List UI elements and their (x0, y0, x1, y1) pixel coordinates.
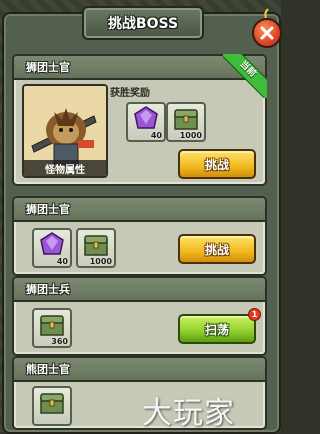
reward-label: 获胜奖励 (110, 88, 150, 99)
challenge-button[interactable]: 挑战 (178, 149, 256, 179)
title-banner: 挑战BOSS (82, 6, 204, 40)
boss-name: 狮团士官 (26, 203, 70, 216)
reward-slot[interactable]: 1000 (76, 228, 116, 268)
panel-header: 狮团士官 (14, 198, 265, 222)
current-ribbon: 当前 (223, 54, 267, 98)
reward-quantity: 360 (51, 337, 68, 346)
reward-slot[interactable]: 40 (32, 228, 72, 268)
treasure-chest-icon (40, 393, 64, 414)
panel-header: 狮团士兵 (14, 278, 265, 302)
sweep-button[interactable]: 扫荡 (178, 314, 256, 344)
close-icon (260, 26, 274, 40)
reward-quantity: 40 (150, 131, 162, 140)
treasure-chest-icon (84, 235, 108, 256)
boss-list-item: 狮团士兵 360 扫荡 1 (12, 276, 267, 356)
reward-slot[interactable]: 1000 (166, 102, 206, 142)
monster-attributes-label: 怪物属性 (24, 160, 106, 176)
close-button[interactable] (252, 18, 282, 48)
treasure-chest-icon (40, 315, 64, 336)
boss-list-item: 狮团士官 40 1000 挑战 (12, 196, 267, 276)
reward-slot[interactable]: 40 (126, 102, 166, 142)
boss-name: 狮团士兵 (26, 283, 70, 296)
reward-quantity: 1000 (89, 257, 112, 266)
dialog-title: 挑战BOSS (107, 16, 179, 32)
reward-quantity: 40 (56, 257, 68, 266)
bomb-fuse-icon (264, 8, 269, 18)
featured-boss-panel: 狮团士官 当前 怪物属性 获胜奖励 40 1000 挑战 (12, 54, 267, 186)
challenge-button[interactable]: 挑战 (178, 234, 256, 264)
reward-quantity: 1000 (179, 131, 202, 140)
treasure-chest-icon (174, 109, 198, 130)
current-badge: 当前 (223, 54, 267, 98)
boss-name: 熊团士官 (26, 363, 70, 376)
purple-gem-icon (40, 232, 64, 255)
purple-gem-icon (134, 106, 158, 129)
watermark-logo: 大玩家 (142, 396, 235, 431)
boss-name: 狮团士官 (26, 61, 70, 74)
boss-portrait[interactable]: 怪物属性 (22, 84, 108, 178)
panel-header: 熊团士官 (14, 358, 265, 382)
reward-slot[interactable] (32, 386, 72, 426)
notification-badge: 1 (248, 308, 261, 321)
reward-slot[interactable]: 360 (32, 308, 72, 348)
